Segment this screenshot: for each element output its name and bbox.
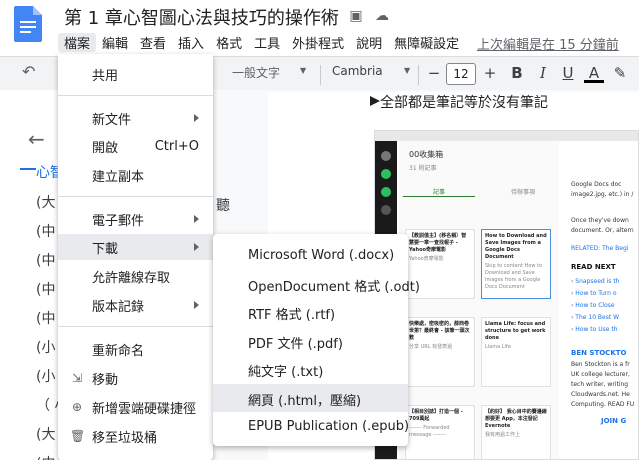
cloud-status-icon[interactable]: ☁	[374, 8, 390, 24]
outline-item[interactable]: (中	[36, 279, 55, 299]
menu-item-share[interactable]: 共用	[58, 61, 213, 87]
outline-item[interactable]: (大	[36, 424, 55, 444]
google-docs-window: 第 1 章心智圖心法與技巧的操作術 ☆ ▣ ☁ 檔案 編輯 查看 插入 格式 工…	[0, 0, 639, 460]
highlight-pen-icon[interactable]: ✎	[610, 63, 630, 83]
menu-item-trash[interactable]: 🗑 移至垃圾桶	[58, 423, 213, 449]
document-text: 聽	[216, 198, 230, 214]
download-rtf[interactable]: RTF 格式 (.rtf)	[213, 298, 408, 326]
last-edit-link[interactable]: 上次編輯是在 15 分鐘前	[477, 34, 619, 53]
italic-button[interactable]: I	[533, 63, 553, 83]
toolbar-divider	[418, 65, 419, 85]
notebook-title: 00收集箱	[409, 150, 444, 159]
outline-item[interactable]: (小	[36, 366, 55, 386]
screenshot-note-list: 00收集箱 31 則記事 記事 待辦事項 【教訓值主】(移名稱）智慧要一章一查找…	[399, 141, 559, 459]
embedded-screenshot-image[interactable]: 00收集箱 31 則記事 記事 待辦事項 【教訓值主】(移名稱）智慧要一章一查找…	[374, 130, 639, 460]
toolbar-divider	[320, 65, 321, 85]
menu-bar: 檔案 編輯 查看 插入 格式 工具 外掛程式 說明 無障礙設定	[58, 31, 465, 53]
google-docs-logo-icon[interactable]	[14, 6, 42, 42]
shortcut-label: Ctrl+O	[154, 138, 199, 154]
download-txt[interactable]: 純文字 (.txt)	[213, 355, 408, 383]
increase-font-size-button[interactable]: +	[480, 63, 500, 83]
menu-edit[interactable]: 編輯	[96, 33, 134, 52]
menu-file[interactable]: 檔案	[58, 32, 97, 52]
download-docx[interactable]: Microsoft Word (.docx)	[213, 242, 408, 270]
menu-divider	[58, 95, 213, 96]
submenu-arrow-icon	[194, 114, 199, 122]
menu-item-open[interactable]: 開啟 Ctrl+O	[58, 133, 213, 159]
download-html-zip[interactable]: 網頁 (.html，壓縮)	[213, 384, 408, 412]
screenshot-note-content: Google Docs doc image2.jpg, etc.) in / O…	[561, 141, 638, 459]
move-folder-icon: ⇲	[71, 371, 83, 385]
menu-help[interactable]: 說明	[350, 33, 388, 52]
outline-item[interactable]: (中	[36, 308, 55, 328]
download-submenu: Microsoft Word (.docx) OpenDocument 格式 (…	[213, 234, 420, 446]
note-card: 快樂處，密吸密的，薛西卷世第？最終會 - 該筆一頭次數 分享 URL 有發表過	[405, 317, 475, 387]
trash-icon: 🗑	[70, 429, 86, 443]
menu-insert[interactable]: 插入	[172, 33, 210, 52]
submenu-arrow-icon	[194, 243, 199, 251]
back-arrow-icon[interactable]: ←	[28, 127, 45, 151]
chevron-down-icon[interactable]: ▼	[300, 66, 306, 75]
bold-button[interactable]: B	[507, 63, 527, 83]
chevron-down-icon[interactable]: ▼	[404, 66, 410, 75]
menu-divider	[58, 326, 213, 327]
font-size-input[interactable]: 12	[446, 63, 476, 85]
menu-addons[interactable]: 外掛程式	[286, 33, 350, 52]
note-card: 【相目別誌】打造一個 - 709萬起 ------- Forwarded mes…	[405, 405, 475, 459]
submenu-arrow-icon	[194, 215, 199, 223]
search-icon	[381, 187, 391, 197]
download-epub[interactable]: EPUB Publication (.epub)	[213, 413, 409, 441]
text-color-button[interactable]: A	[584, 63, 604, 83]
menu-item-email[interactable]: 電子郵件	[58, 206, 213, 232]
tab-notes: 記事	[433, 189, 446, 196]
menu-tools[interactable]: 工具	[248, 33, 286, 52]
outline-item[interactable]: (中	[36, 250, 55, 270]
note-count: 31 則記事	[409, 165, 437, 172]
style-select[interactable]: 一般文字	[232, 64, 280, 81]
document-text[interactable]: 全部都是筆記等於沒有筆記	[380, 92, 548, 112]
submenu-arrow-icon	[194, 301, 199, 309]
menu-item-rename[interactable]: 重新命名	[58, 336, 213, 362]
underline-button[interactable]: U	[558, 63, 578, 83]
screenshot-titlebar	[375, 131, 638, 141]
menu-item-move[interactable]: ⇲ 移動	[58, 365, 213, 391]
move-folder-icon[interactable]: ▣	[348, 8, 364, 24]
document-title[interactable]: 第 1 章心智圖心法與技巧的操作術	[64, 4, 339, 30]
new-note-icon	[381, 169, 391, 179]
note-card: Llama Life: focus and structure to get w…	[481, 317, 551, 387]
download-odt[interactable]: OpenDocument 格式 (.odt)	[213, 270, 420, 298]
decrease-font-size-button[interactable]: −	[424, 63, 444, 83]
tab-todo: 待辦事項	[511, 189, 536, 196]
outline-item[interactable]: (中	[36, 453, 55, 460]
download-pdf[interactable]: PDF 文件 (.pdf)	[213, 327, 408, 355]
menu-accessibility[interactable]: 無障礙設定	[388, 33, 465, 52]
star-icon[interactable]: ☆	[322, 8, 338, 24]
notes-icon	[381, 205, 391, 215]
file-menu-dropdown: 共用 新文件 開啟 Ctrl+O 建立副本 電子郵件 下載 允許離線存取 版本記…	[58, 54, 213, 460]
menu-item-version-history[interactable]: 版本記錄	[58, 292, 213, 318]
menu-divider	[58, 196, 213, 197]
menu-item-offline[interactable]: 允許離線存取	[58, 263, 213, 289]
note-card: 【約好】 我心目中的賽邊線想要更 App，本注發記 Evernote 我有用過工…	[481, 405, 551, 459]
menu-item-new[interactable]: 新文件	[58, 105, 213, 131]
menu-item-download[interactable]: 下載	[58, 234, 213, 260]
menu-view[interactable]: 查看	[134, 33, 172, 52]
tab-underline	[403, 196, 475, 197]
note-card: How to Download and Save Images from a G…	[481, 229, 551, 299]
drive-shortcut-icon: ⊕	[71, 400, 83, 414]
undo-icon[interactable]: ↶	[22, 62, 35, 81]
outline-item[interactable]: (小	[36, 337, 55, 357]
avatar	[381, 151, 391, 161]
outline-item[interactable]: (中	[36, 221, 55, 241]
menu-item-add-shortcut[interactable]: ⊕ 新增雲端硬碟捷徑	[58, 394, 213, 420]
menu-item-make-copy[interactable]: 建立副本	[58, 162, 213, 188]
outline-item[interactable]: (大	[36, 192, 55, 212]
outline-active-marker	[20, 168, 36, 170]
font-select[interactable]: Cambria	[332, 64, 383, 78]
menu-format[interactable]: 格式	[210, 33, 248, 52]
